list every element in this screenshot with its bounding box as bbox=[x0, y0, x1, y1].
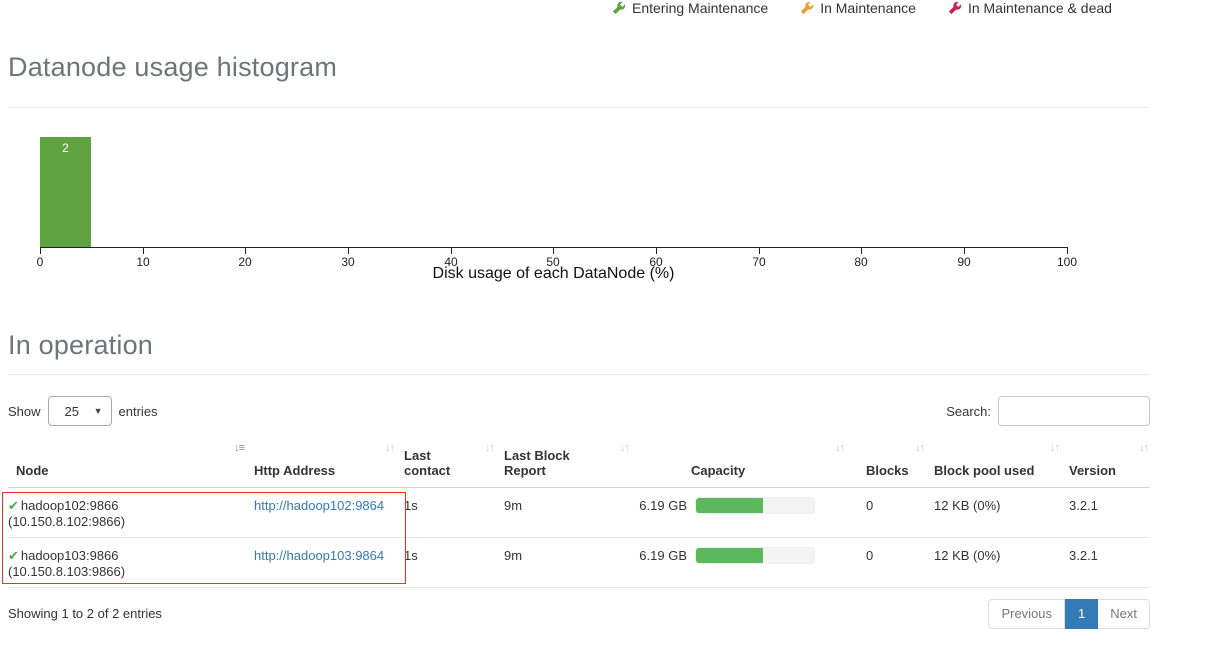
showing-entries-status: Showing 1 to 2 of 2 entries bbox=[8, 606, 162, 621]
capacity-cell: 6.19 GB bbox=[631, 537, 846, 588]
http-address-link[interactable]: http://hadoop103:9864 bbox=[254, 548, 384, 563]
http-address-link[interactable]: http://hadoop102:9864 bbox=[254, 498, 384, 513]
chevron-down-icon: ▼ bbox=[93, 406, 103, 416]
datanodes-table-wrap: Node ↓≡ Http Address ↓↑ Last contact ↓↑ … bbox=[2, 440, 1150, 588]
check-icon: ✔ bbox=[8, 497, 19, 513]
node-cell: ✔ hadoop103:9866 (10.150.8.103:9866) bbox=[8, 537, 246, 588]
node-ip: (10.150.8.102:9866) bbox=[8, 513, 126, 529]
entries-label: entries bbox=[118, 403, 158, 419]
divider bbox=[8, 374, 1150, 375]
version-cell: 3.2.1 bbox=[1061, 487, 1150, 538]
blocks-cell: 0 bbox=[846, 487, 926, 538]
block-pool-used-cell: 12 KB (0%) bbox=[926, 487, 1061, 538]
capacity-progressbar-fill bbox=[696, 497, 764, 513]
axis-tick bbox=[143, 247, 144, 254]
histogram-bar: 2 bbox=[40, 137, 91, 247]
capacity-cell: 6.19 GB bbox=[631, 487, 846, 538]
datanodes-table: Node ↓≡ Http Address ↓↑ Last contact ↓↑ … bbox=[8, 440, 1150, 588]
axis-tick bbox=[964, 247, 965, 254]
last-block-report-cell: 9m bbox=[496, 487, 631, 538]
column-header-version[interactable]: Version ↓↑ bbox=[1061, 440, 1150, 488]
datanodes-page: Entering Maintenance In Maintenance In M… bbox=[0, 0, 1212, 648]
sort-icon: ↓↑ bbox=[385, 442, 395, 454]
check-icon: ✔ bbox=[8, 547, 19, 563]
column-label: Block pool used bbox=[934, 462, 1035, 478]
search-control: Search: bbox=[946, 396, 1150, 426]
capacity-progressbar bbox=[695, 496, 815, 514]
node-name: hadoop103:9866 bbox=[20, 547, 119, 563]
search-label: Search: bbox=[946, 403, 991, 419]
column-label: Last Block Report bbox=[504, 447, 570, 478]
blocks-cell: 0 bbox=[846, 537, 926, 588]
table-header-row: Node ↓≡ Http Address ↓↑ Last contact ↓↑ … bbox=[8, 440, 1150, 488]
search-input[interactable] bbox=[998, 396, 1150, 426]
datanode-usage-histogram: 2 0 10 20 30 40 50 60 70 80 90 100 Disk … bbox=[8, 124, 1150, 284]
show-label: Show bbox=[8, 403, 41, 419]
histogram-section-title: Datanode usage histogram bbox=[8, 52, 338, 82]
column-header-block-pool-used[interactable]: Block pool used ↓↑ bbox=[926, 440, 1061, 488]
block-pool-used-cell: 12 KB (0%) bbox=[926, 537, 1061, 588]
sort-icon: ↓↑ bbox=[620, 442, 630, 454]
last-contact-cell: 1s bbox=[396, 487, 496, 538]
axis-tick bbox=[348, 247, 349, 254]
sort-icon: ↓↑ bbox=[485, 442, 495, 454]
column-header-last-block-report[interactable]: Last Block Report ↓↑ bbox=[496, 440, 631, 488]
capacity-value: 6.19 GB bbox=[639, 547, 687, 563]
axis-tick bbox=[861, 247, 862, 254]
histogram-bar-count: 2 bbox=[62, 141, 69, 155]
page-length-value: 25 bbox=[64, 403, 79, 419]
column-label: Version bbox=[1069, 462, 1116, 478]
axis-tick bbox=[1067, 247, 1068, 254]
divider bbox=[8, 107, 1150, 108]
previous-page-button[interactable]: Previous bbox=[988, 598, 1066, 629]
column-header-http-address[interactable]: Http Address ↓↑ bbox=[246, 440, 396, 488]
sort-asc-icon: ↓≡ bbox=[234, 442, 245, 454]
axis-tick bbox=[40, 247, 41, 254]
page-length-control: Show 25 ▼ entries bbox=[8, 396, 158, 426]
http-address-cell: http://hadoop102:9864 bbox=[246, 487, 396, 538]
column-label: Capacity bbox=[691, 462, 746, 478]
sort-icon: ↓↑ bbox=[835, 442, 845, 454]
sort-icon: ↓↑ bbox=[915, 442, 925, 454]
axis-tick bbox=[553, 247, 554, 254]
table-row: ✔ hadoop103:9866 (10.150.8.103:9866) http… bbox=[8, 537, 1150, 588]
column-header-node[interactable]: Node ↓≡ bbox=[8, 440, 246, 488]
table-row: ✔ hadoop102:9866 (10.150.8.102:9866) http… bbox=[8, 487, 1150, 538]
next-page-button[interactable]: Next bbox=[1098, 598, 1150, 629]
axis-tick bbox=[451, 247, 452, 254]
pagination: Previous 1 Next bbox=[988, 598, 1150, 629]
axis-tick bbox=[759, 247, 760, 254]
capacity-progressbar bbox=[695, 546, 815, 564]
page-1-button[interactable]: 1 bbox=[1065, 598, 1099, 629]
capacity-value: 6.19 GB bbox=[639, 497, 687, 513]
last-block-report-cell: 9m bbox=[496, 537, 631, 588]
version-cell: 3.2.1 bbox=[1061, 537, 1150, 588]
x-axis-title: Disk usage of each DataNode (%) bbox=[432, 265, 675, 282]
axis-tick bbox=[656, 247, 657, 254]
column-label: Http Address bbox=[254, 462, 336, 478]
operation-section-title: In operation bbox=[8, 330, 154, 360]
node-ip: (10.150.8.103:9866) bbox=[8, 563, 126, 579]
node-name: hadoop102:9866 bbox=[20, 497, 119, 513]
column-label: Node bbox=[16, 462, 49, 478]
column-header-capacity[interactable]: Capacity ↓↑ bbox=[631, 440, 846, 488]
column-label: Blocks bbox=[866, 462, 909, 478]
node-cell: ✔ hadoop102:9866 (10.150.8.102:9866) bbox=[8, 487, 246, 538]
axis-tick bbox=[245, 247, 246, 254]
table-footer: Showing 1 to 2 of 2 entries Previous 1 N… bbox=[8, 598, 1150, 629]
page-length-select[interactable]: 25 ▼ bbox=[47, 396, 112, 426]
http-address-cell: http://hadoop103:9864 bbox=[246, 537, 396, 588]
last-contact-cell: 1s bbox=[396, 537, 496, 588]
table-controls: Show 25 ▼ entries Search: bbox=[8, 396, 1150, 426]
capacity-progressbar-fill bbox=[696, 547, 764, 563]
main-content: Datanode usage histogram 2 0 10 20 30 40… bbox=[2, 0, 1150, 629]
column-header-blocks[interactable]: Blocks ↓↑ bbox=[846, 440, 926, 488]
sort-icon: ↓↑ bbox=[1139, 442, 1149, 454]
sort-icon: ↓↑ bbox=[1050, 442, 1060, 454]
column-header-last-contact[interactable]: Last contact ↓↑ bbox=[396, 440, 496, 488]
column-label: Last contact bbox=[404, 447, 451, 478]
